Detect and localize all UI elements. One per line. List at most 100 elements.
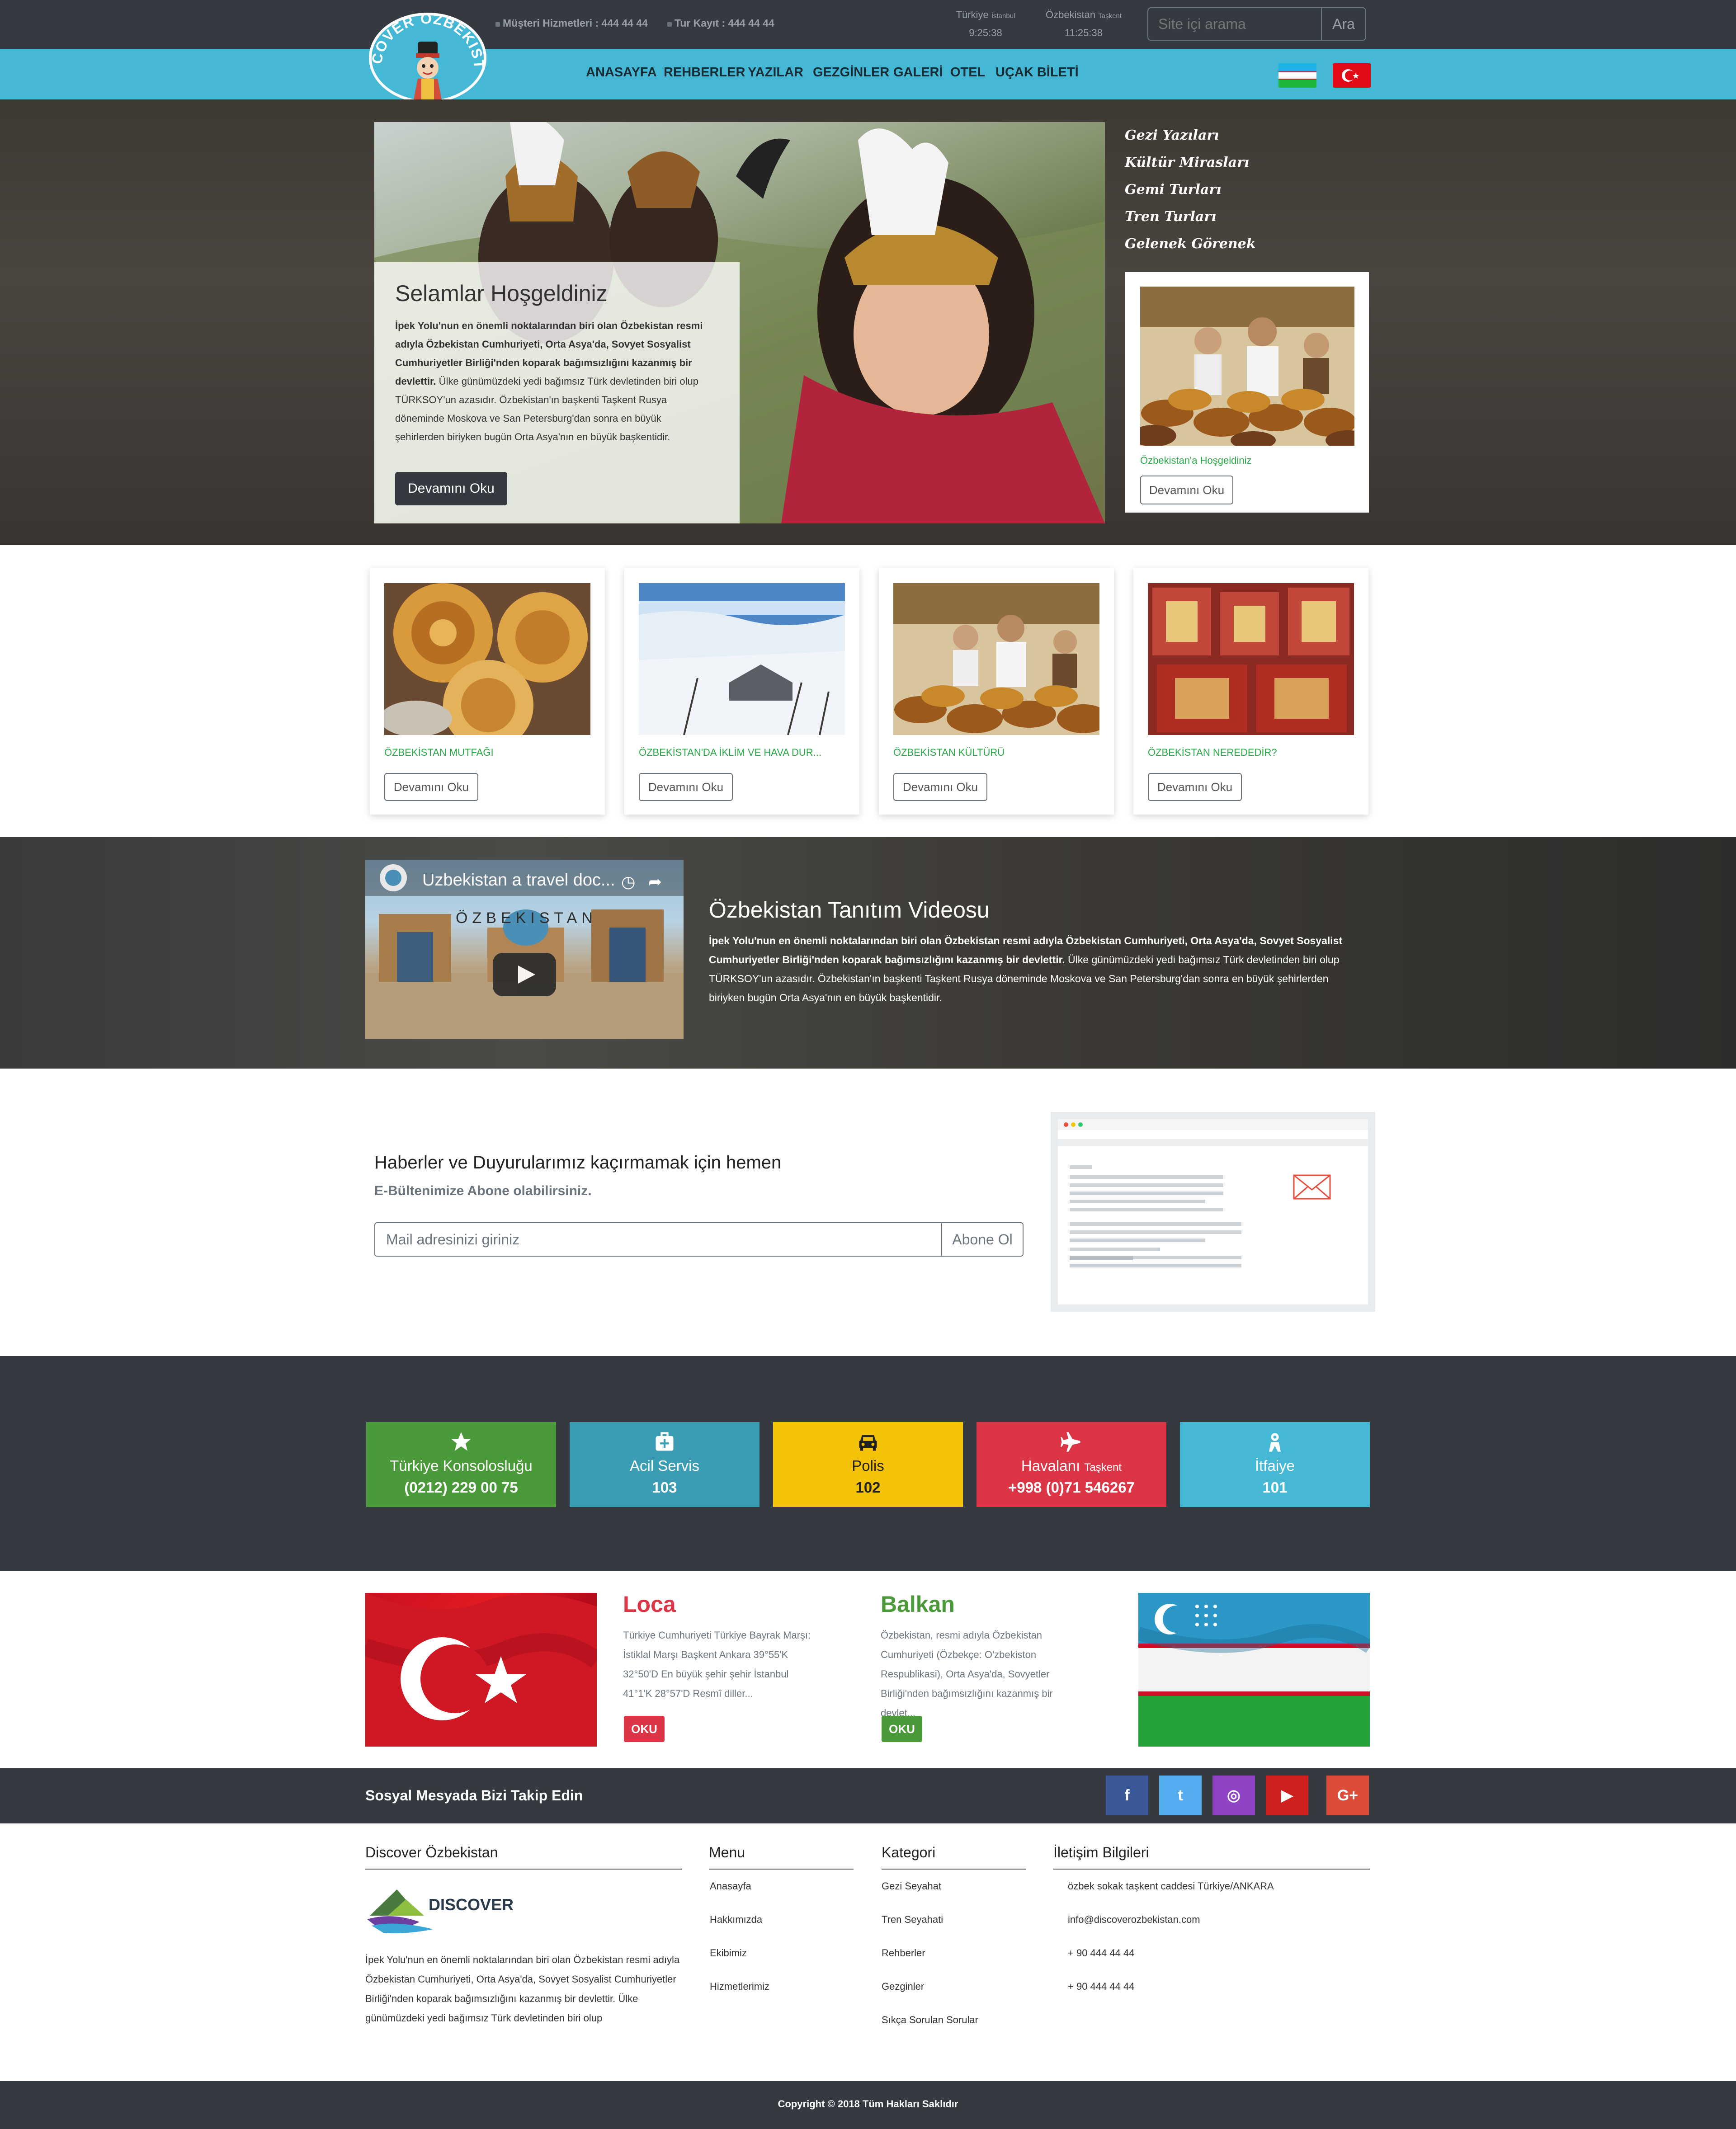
- uzbekistan-flag-image: [1138, 1593, 1370, 1747]
- side-link-tren-turlari[interactable]: Tren Turları: [1125, 209, 1217, 225]
- nav-item-galeri[interactable]: GALERİ: [893, 65, 943, 80]
- footer-contact-phone[interactable]: + 90 444 44 44: [1068, 1947, 1134, 1959]
- site-logo[interactable]: DISCOVER ÖZBEKISTAN: [364, 13, 491, 103]
- emergency-label: Türkiye Konsolosluğu: [390, 1457, 533, 1474]
- nav-item-gezginler[interactable]: GEZGİNLER: [813, 65, 889, 80]
- emergency-police[interactable]: Polis 102: [773, 1422, 963, 1507]
- footer-category-link[interactable]: Sıkça Sorulan Sorular: [882, 2014, 978, 2026]
- article-card-title[interactable]: ÖZBEKİSTAN'DA İKLİM VE HAVA DUR...: [639, 747, 821, 758]
- play-button-icon[interactable]: [493, 953, 556, 996]
- video-embed-title[interactable]: Uzbekistan a travel doc...: [422, 871, 615, 890]
- article-card: ÖZBEKİSTAN MUTFAĞI Devamını Oku: [370, 568, 605, 815]
- video-section: Uzbekistan a travel doc... ◷ ➦ ÖZBEKISTA…: [0, 837, 1736, 1069]
- nav-item-otel[interactable]: OTEL: [950, 65, 985, 80]
- search-input[interactable]: [1147, 7, 1322, 41]
- article-card: ÖZBEKİSTAN'DA İKLİM VE HAVA DUR... Devam…: [624, 568, 859, 815]
- spice-market-image: [893, 583, 1099, 735]
- newsletter-email-input[interactable]: Mail adresinizi giriniz: [374, 1222, 942, 1257]
- star-icon: [366, 1430, 556, 1454]
- twitter-icon[interactable]: t: [1159, 1776, 1202, 1815]
- nav-item-yazilar[interactable]: YAZILAR: [748, 65, 803, 80]
- tour-booking-phone: Tur Kayıt : 444 44 44: [667, 17, 774, 29]
- hero-text-panel: Selamlar Hoşgeldiniz İpek Yolu'nun en ön…: [374, 262, 740, 523]
- emergency-label: Polis: [852, 1457, 884, 1474]
- footer-menu-link[interactable]: Hizmetlerimiz: [710, 1981, 769, 1992]
- watch-later-icon[interactable]: ◷: [621, 872, 635, 891]
- social-follow-text: Sosyal Mesyada Bizi Takip Edin: [365, 1787, 583, 1804]
- clock-uzbekistan: Özbekistan Taşkent 11:25:38: [1046, 9, 1122, 38]
- google-plus-icon[interactable]: G+: [1326, 1776, 1369, 1815]
- footer-category-link[interactable]: Gezginler: [882, 1981, 924, 1992]
- hero-image: Selamlar Hoşgeldiniz İpek Yolu'nun en ön…: [374, 122, 1105, 523]
- article-card-title[interactable]: ÖZBEKİSTAN KÜLTÜRÜ: [893, 747, 1005, 758]
- footer-about-text: İpek Yolu'nun en önemli noktalarından bi…: [365, 1954, 680, 2024]
- emergency-fire[interactable]: İtfaiye 101: [1180, 1422, 1370, 1507]
- article-card-read-more-button[interactable]: Devamını Oku: [893, 773, 987, 801]
- uzbek-bread-image: [384, 583, 590, 735]
- footer-divider: [1053, 1869, 1370, 1870]
- nav-item-rehberler[interactable]: REHBERLER: [664, 65, 745, 80]
- loca-title[interactable]: Loca: [623, 1591, 676, 1617]
- instagram-icon[interactable]: ◎: [1212, 1776, 1255, 1815]
- newsletter-subheading: E-Bültenimize Abone olabilirsiniz.: [374, 1183, 592, 1198]
- footer-category-link[interactable]: Gezi Seyahat: [882, 1880, 941, 1892]
- top-bar: Müşteri Hizmetleri : 444 44 44 Tur Kayıt…: [0, 0, 1736, 49]
- footer-menu-link[interactable]: Anasayfa: [710, 1880, 751, 1892]
- customer-service-phone: Müşteri Hizmetleri : 444 44 44: [495, 17, 648, 29]
- balkan-text: Özbekistan, resmi adıyla Özbekistan Cumh…: [881, 1630, 1053, 1719]
- turkish-flag-icon: [1342, 69, 1359, 82]
- footer-menu-link[interactable]: Ekibimiz: [710, 1947, 747, 1959]
- emergency-number: 101: [1262, 1479, 1288, 1496]
- side-link-gezi-yazilari[interactable]: Gezi Yazıları: [1125, 127, 1219, 143]
- article-card: ÖZBEKİSTAN NEREDEDİR? Devamını Oku: [1133, 568, 1368, 815]
- footer-about-title: Discover Özbekistan: [365, 1844, 498, 1861]
- article-card-read-more-button[interactable]: Devamını Oku: [639, 773, 733, 801]
- medkit-icon: [570, 1430, 760, 1454]
- footer-contact-email[interactable]: info@discoverozbekistan.com: [1068, 1914, 1200, 1926]
- footer-contact-phone[interactable]: + 90 444 44 44: [1068, 1981, 1134, 1992]
- balkan-read-button[interactable]: OKU: [882, 1716, 922, 1742]
- share-icon[interactable]: ➦: [648, 872, 662, 891]
- balkan-title[interactable]: Balkan: [881, 1591, 955, 1617]
- loca-text: Türkiye Cumhuriyeti Türkiye Bayrak Marşı…: [623, 1630, 811, 1699]
- youtube-icon[interactable]: ▶: [1266, 1776, 1308, 1815]
- emergency-consulate[interactable]: Türkiye Konsolosluğu (0212) 229 00 75: [366, 1422, 556, 1507]
- market-image: [1140, 287, 1354, 446]
- footer-category-link[interactable]: Rehberler: [882, 1947, 925, 1959]
- emergency-numbers-section: Türkiye Konsolosluğu (0212) 229 00 75 Ac…: [0, 1356, 1736, 1571]
- footer-category-link[interactable]: Tren Seyahati: [882, 1914, 943, 1926]
- facebook-icon[interactable]: f: [1106, 1776, 1148, 1815]
- welcome-card-caption[interactable]: Özbekistan'a Hoşgeldiniz: [1140, 455, 1251, 466]
- youtube-video-embed[interactable]: Uzbekistan a travel doc... ◷ ➦ ÖZBEKISTA…: [365, 860, 684, 1039]
- article-card-title[interactable]: ÖZBEKİSTAN MUTFAĞI: [384, 747, 494, 758]
- side-link-kultur-miraslari[interactable]: Kültür Mirasları: [1125, 155, 1249, 170]
- hero-title: Selamlar Hoşgeldiniz: [395, 281, 608, 306]
- turkey-flag-illustration: [365, 1593, 597, 1747]
- phone-icon: [495, 22, 500, 27]
- side-link-gemi-turlari[interactable]: Gemi Turları: [1125, 182, 1222, 198]
- newsletter-subscribe-button[interactable]: Abone Ol: [941, 1222, 1024, 1257]
- welcome-card-read-more-button[interactable]: Devamını Oku: [1140, 476, 1233, 504]
- newsletter-heading: Haberler ve Duyurularımız kaçırmamak içi…: [374, 1153, 782, 1173]
- nav-item-ucak-bileti[interactable]: UÇAK BİLETİ: [995, 65, 1079, 80]
- search-button[interactable]: Ara: [1321, 7, 1366, 41]
- emergency-label: Havalanı Taşkent: [1021, 1457, 1122, 1474]
- footer-logo[interactable]: DISCOVER: [365, 1884, 519, 1935]
- uzbek-flag-language-button[interactable]: [1278, 63, 1316, 88]
- side-link-gelenek-gorenek[interactable]: Gelenek Görenek: [1125, 236, 1256, 252]
- hero-read-more-button[interactable]: Devamını Oku: [395, 472, 507, 505]
- article-card-read-more-button[interactable]: Devamını Oku: [384, 773, 478, 801]
- article-card-read-more-button[interactable]: Devamını Oku: [1148, 773, 1242, 801]
- copyright-text: Copyright © 2018 Tüm Hakları Saklıdır: [778, 2098, 958, 2110]
- loca-read-button[interactable]: OKU: [624, 1716, 665, 1742]
- footer-menu-link[interactable]: Hakkımızda: [710, 1914, 762, 1926]
- footer-contact-title: İletişim Bilgileri: [1053, 1844, 1149, 1861]
- emergency-number: 103: [652, 1479, 677, 1496]
- emergency-airport[interactable]: Havalanı Taşkent +998 (0)71 546267: [976, 1422, 1166, 1507]
- emergency-ambulance[interactable]: Acil Servis 103: [570, 1422, 760, 1507]
- turkish-flag-language-button[interactable]: [1333, 63, 1371, 88]
- nav-item-anasayfa[interactable]: ANASAYFA: [586, 65, 657, 80]
- turkey-flag-image: [365, 1593, 597, 1747]
- social-bar: Sosyal Mesyada Bizi Takip Edin f t ◎ ▶ G…: [0, 1768, 1736, 1823]
- article-card-title[interactable]: ÖZBEKİSTAN NEREDEDİR?: [1148, 747, 1277, 758]
